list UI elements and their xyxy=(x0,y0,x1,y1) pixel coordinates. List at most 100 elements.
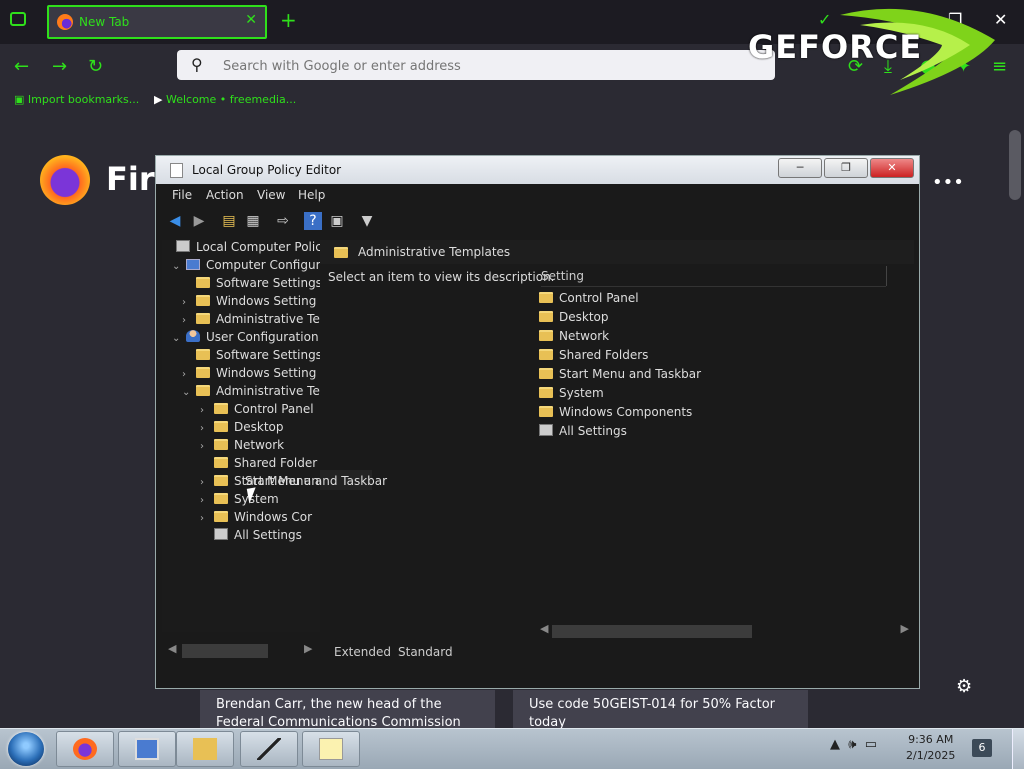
expand-chevron-icon[interactable]: › xyxy=(200,495,214,506)
taskbar-editor[interactable] xyxy=(240,731,298,767)
taskbar-firefox[interactable] xyxy=(56,731,114,767)
tree-node[interactable]: › Control Panel xyxy=(200,402,314,420)
list-horizontal-scrollbar[interactable]: ◀ ▶ xyxy=(538,622,913,640)
network-icon[interactable]: ▭ xyxy=(865,737,877,752)
taskbar: ▲ 🕪 ▭ 9:36 AM 2/1/2025 6 xyxy=(0,728,1024,769)
expand-chevron-icon[interactable]: › xyxy=(200,441,214,452)
back-icon[interactable]: ◀ xyxy=(166,212,184,230)
tree-node[interactable]: Software Settings xyxy=(182,348,320,366)
volume-icon[interactable]: 🕪 xyxy=(848,737,856,752)
notification-badge[interactable]: 6 xyxy=(972,739,992,757)
list-item[interactable]: Windows Components xyxy=(539,405,692,424)
tree-node-label: Desktop xyxy=(234,420,284,434)
gpo-minimize-button[interactable]: ─ xyxy=(778,158,822,178)
page-scroll-thumb[interactable] xyxy=(1009,130,1021,200)
tab-standard[interactable]: Standard xyxy=(398,645,453,659)
list-item[interactable]: Control Panel xyxy=(539,291,639,310)
expand-chevron-icon[interactable]: › xyxy=(182,369,196,380)
tree-node[interactable]: ⌄ Administrative Te xyxy=(182,384,320,402)
new-tab-button[interactable]: + xyxy=(280,8,297,32)
story-card[interactable]: Use code 50GEIST-014 for 50% Factor toda… xyxy=(513,690,808,730)
tray-expand-icon[interactable]: ▲ xyxy=(830,737,840,752)
forward-icon[interactable]: ▶ xyxy=(190,212,208,230)
all-settings-icon xyxy=(539,424,553,436)
tree-scroll-thumb[interactable] xyxy=(182,644,268,658)
expand-chevron-icon[interactable]: › xyxy=(182,315,196,326)
expand-chevron-icon[interactable]: › xyxy=(200,477,214,488)
scroll-right-icon[interactable]: ▶ xyxy=(901,622,909,635)
tree-node[interactable]: ⌄ User Configuration xyxy=(172,330,319,348)
more-options-icon[interactable]: ••• xyxy=(932,172,964,193)
policy-editor-icon xyxy=(170,163,183,178)
tree-node[interactable]: All Settings xyxy=(200,528,302,546)
list-item[interactable]: Start Menu and Taskbar xyxy=(539,367,701,386)
back-icon[interactable]: ← xyxy=(14,56,29,77)
reload-icon[interactable]: ↻ xyxy=(88,56,103,77)
tree-node[interactable]: › Network xyxy=(200,438,284,456)
tree-node[interactable]: › Windows Setting xyxy=(182,366,316,384)
menu-help[interactable]: Help xyxy=(298,188,325,202)
window-title-bar[interactable]: Local Group Policy Editor ─ ❐ ✕ xyxy=(156,156,919,184)
tree-node[interactable]: Shared Folder xyxy=(200,456,317,474)
search-input[interactable] xyxy=(221,55,725,77)
story-card[interactable]: Brendan Carr, the new head of the Federa… xyxy=(200,690,495,730)
list-item[interactable]: Desktop xyxy=(539,310,609,329)
show-desktop-button[interactable] xyxy=(1012,729,1024,769)
list-item[interactable]: System xyxy=(539,386,604,405)
folder-icon xyxy=(214,403,228,414)
taskbar-computer[interactable] xyxy=(118,731,176,767)
expand-chevron-icon[interactable]: › xyxy=(200,405,214,416)
menu-file[interactable]: File xyxy=(172,188,192,202)
list-scroll-thumb[interactable] xyxy=(552,625,752,638)
tree-node[interactable]: › Desktop xyxy=(200,420,284,438)
tree-node[interactable]: › Administrative Te xyxy=(182,312,320,330)
tab-extended[interactable]: Extended xyxy=(334,645,391,659)
start-button[interactable] xyxy=(8,732,44,766)
up-folder-icon[interactable]: ▤ xyxy=(220,212,238,230)
column-header-setting[interactable]: Setting xyxy=(541,266,887,287)
page-scrollbar[interactable] xyxy=(1007,114,1024,728)
folder-icon xyxy=(539,292,553,303)
tree-horizontal-scrollbar[interactable]: ◀ ▶ xyxy=(162,640,320,662)
expand-chevron-icon[interactable]: › xyxy=(182,297,196,308)
show-hide-tree-icon[interactable]: ▦ xyxy=(244,212,262,230)
help-icon[interactable]: ? xyxy=(304,212,322,230)
bookmark-welcome[interactable]: ▶ Welcome • freemedia... xyxy=(154,93,296,106)
url-bar[interactable]: ⚲ xyxy=(177,50,775,80)
tree-node[interactable]: › Windows Cor xyxy=(200,510,312,528)
tab-new-tab[interactable]: New Tab ✕ xyxy=(47,5,267,39)
collapse-chevron-icon[interactable]: ⌄ xyxy=(172,333,186,344)
scroll-left-icon[interactable]: ◀ xyxy=(168,642,176,655)
tree-node[interactable]: ⌄ Computer Configura xyxy=(172,258,320,276)
scroll-left-icon[interactable]: ◀ xyxy=(540,622,548,635)
expand-chevron-icon[interactable]: › xyxy=(200,423,214,434)
tree-node[interactable]: Software Settings xyxy=(182,276,320,294)
taskbar-notepad[interactable] xyxy=(302,731,360,767)
tree-node[interactable]: › System xyxy=(200,492,279,510)
list-item[interactable]: Network xyxy=(539,329,609,348)
gpo-close-button[interactable]: ✕ xyxy=(870,158,914,178)
collapse-chevron-icon[interactable]: ⌄ xyxy=(182,387,196,398)
expand-chevron-icon[interactable]: › xyxy=(200,513,214,524)
collapse-chevron-icon[interactable]: ⌄ xyxy=(172,261,186,272)
computer-icon xyxy=(135,738,159,760)
filter-icon[interactable]: ▼ xyxy=(358,212,376,230)
clock[interactable]: 9:36 AM 2/1/2025 xyxy=(906,732,955,764)
bookmark-import[interactable]: ▣ Import bookmarks... xyxy=(14,93,139,106)
gpo-maximize-button[interactable]: ❐ xyxy=(824,158,868,178)
export-list-icon[interactable]: ⇨ xyxy=(274,212,292,230)
close-tab-icon[interactable]: ✕ xyxy=(245,12,257,28)
scroll-right-icon[interactable]: ▶ xyxy=(304,642,312,655)
list-item[interactable]: All Settings xyxy=(539,424,627,443)
tab-list-icon[interactable] xyxy=(10,12,26,26)
list-item[interactable]: Shared Folders xyxy=(539,348,648,367)
taskbar-explorer[interactable] xyxy=(176,731,234,767)
tree-node[interactable]: › Windows Setting xyxy=(182,294,316,312)
properties-icon[interactable]: ▣ xyxy=(328,212,346,230)
computer-icon xyxy=(186,259,200,270)
settings-gear-icon[interactable]: ⚙ xyxy=(956,676,972,697)
tree-node[interactable]: Local Computer Policy xyxy=(162,240,320,258)
menu-view[interactable]: View xyxy=(257,188,285,202)
menu-action[interactable]: Action xyxy=(206,188,244,202)
forward-icon[interactable]: → xyxy=(52,56,67,77)
